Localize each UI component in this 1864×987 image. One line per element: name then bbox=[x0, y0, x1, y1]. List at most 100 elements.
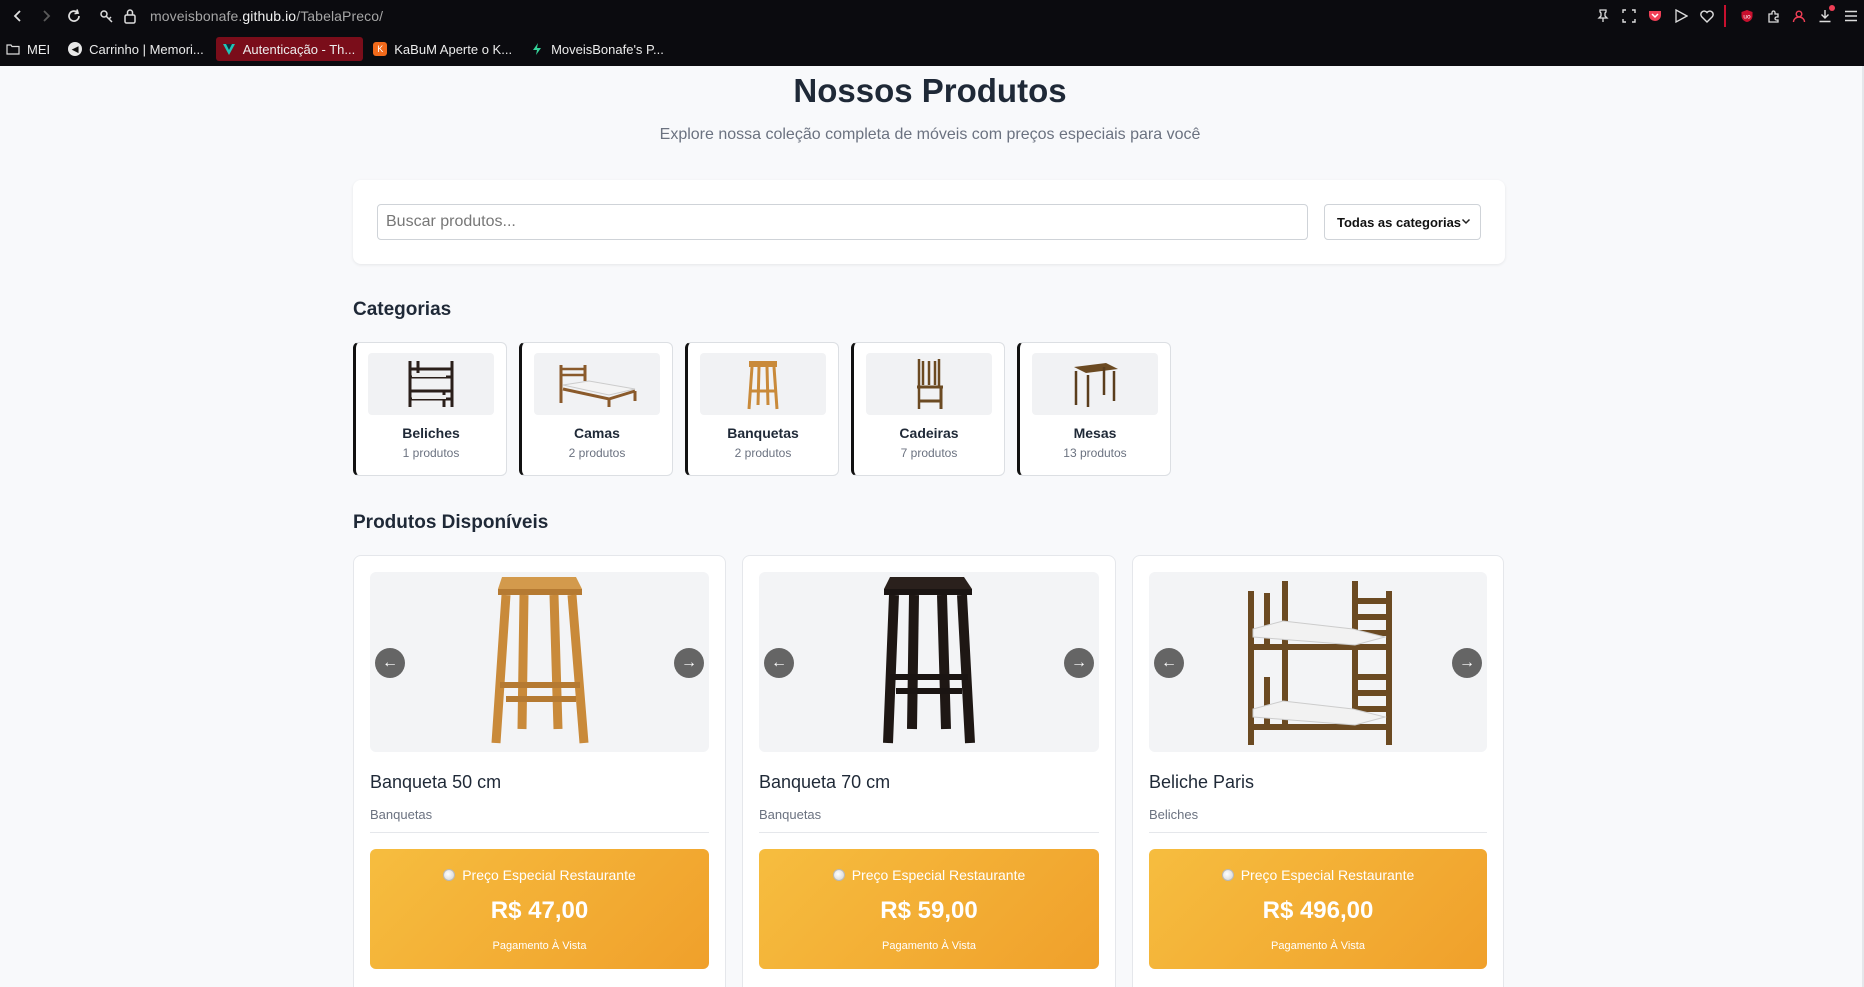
price-box: Preço Especial Restaurante R$ 496,00 Pag… bbox=[1149, 849, 1487, 969]
carousel-prev-button[interactable]: ← bbox=[764, 648, 794, 678]
ublock-icon[interactable]: uo bbox=[1734, 4, 1760, 28]
payment-terms: Pagamento À Vista bbox=[1271, 940, 1365, 952]
chevron-down-icon bbox=[1460, 215, 1472, 230]
product-card[interactable]: ← → Banqueta 50 cm Banquetas Preço Espec… bbox=[353, 555, 726, 987]
arrow-right-icon: → bbox=[681, 654, 697, 671]
category-thumb bbox=[700, 353, 826, 415]
carousel-prev-button[interactable]: ← bbox=[375, 648, 405, 678]
carousel-next-button[interactable]: → bbox=[1064, 648, 1094, 678]
category-count: 2 produtos bbox=[568, 446, 626, 460]
memoria-favicon-icon: ◀ bbox=[68, 42, 83, 56]
bookmark-label: KaBuM Aperte o K... bbox=[394, 41, 513, 57]
send-icon[interactable] bbox=[1668, 4, 1694, 28]
product-name: Banqueta 50 cm bbox=[370, 772, 502, 792]
menu-icon[interactable] bbox=[1838, 4, 1864, 28]
category-thumb bbox=[866, 353, 992, 415]
price-label-text: Preço Especial Restaurante bbox=[462, 867, 636, 883]
arrow-left-icon: ← bbox=[382, 654, 398, 671]
category-thumb bbox=[534, 353, 660, 415]
category-thumb bbox=[1032, 353, 1158, 415]
vercel-favicon-icon bbox=[222, 42, 236, 56]
product-category: Banquetas bbox=[759, 807, 822, 822]
payment-terms: Pagamento À Vista bbox=[882, 940, 976, 952]
plate-icon bbox=[1221, 869, 1234, 881]
category-thumb bbox=[368, 353, 494, 415]
arrow-left-icon: ← bbox=[1161, 654, 1177, 671]
bookmark-moveisbonafe[interactable]: MoveisBonafe's P... bbox=[524, 37, 672, 61]
heart-icon[interactable] bbox=[1694, 4, 1720, 28]
page-title: Nossos Produtos bbox=[793, 72, 1067, 109]
bookmark-kabum[interactable]: K KaBuM Aperte o K... bbox=[367, 37, 520, 61]
category-name: Camas bbox=[574, 425, 620, 441]
bookmarks-bar: MEI ◀ Carrinho | Memori... Autenticação … bbox=[0, 37, 1864, 61]
downloads-icon[interactable] bbox=[1812, 4, 1838, 28]
browser-toolbar: moveisbonafe.github.io/TabelaPreco/ uo bbox=[0, 0, 1864, 32]
toolbar-actions: uo bbox=[1590, 4, 1864, 28]
stool-icon bbox=[747, 361, 779, 410]
price-label-text: Preço Especial Restaurante bbox=[851, 867, 1026, 883]
bunk-bed-image bbox=[1248, 581, 1392, 745]
arrow-left-icon: ← bbox=[771, 654, 787, 671]
url-domain: github.io bbox=[242, 8, 297, 24]
category-select[interactable]: Todas as categorias bbox=[1324, 204, 1481, 240]
category-select-value: Todas as categorias bbox=[1337, 214, 1462, 230]
stool-image bbox=[491, 577, 588, 744]
categories-heading: Categorias bbox=[353, 299, 452, 320]
product-image bbox=[1149, 572, 1487, 752]
product-name: Banqueta 70 cm bbox=[759, 772, 891, 792]
product-card[interactable]: ← → Banqueta 70 cm Banquetas Preço Espec… bbox=[742, 555, 1116, 987]
account-icon[interactable] bbox=[1786, 4, 1812, 28]
browser-chrome: moveisbonafe.github.io/TabelaPreco/ uo M… bbox=[0, 0, 1864, 66]
category-name: Mesas bbox=[1073, 425, 1117, 441]
divider bbox=[759, 832, 1099, 833]
bookmark-carrinho[interactable]: ◀ Carrinho | Memori... bbox=[62, 37, 212, 61]
search-input[interactable] bbox=[377, 204, 1308, 240]
search-panel: Todas as categorias bbox=[353, 180, 1505, 264]
product-category: Banquetas bbox=[370, 807, 433, 822]
pocket-icon[interactable] bbox=[1642, 4, 1668, 28]
price-label-text: Preço Especial Restaurante bbox=[1240, 867, 1415, 883]
replit-favicon-icon bbox=[530, 42, 544, 56]
price-value: R$ 47,00 bbox=[490, 897, 589, 924]
extensions-icon[interactable] bbox=[1760, 4, 1786, 28]
site-settings-icon[interactable] bbox=[96, 6, 116, 26]
bookmark-label: Autenticação - Th... bbox=[242, 41, 356, 57]
product-image-carousel: ← → bbox=[1149, 572, 1487, 752]
carousel-next-button[interactable]: → bbox=[1452, 648, 1482, 678]
bookmark-mei[interactable]: MEI bbox=[0, 37, 58, 61]
carousel-next-button[interactable]: → bbox=[674, 648, 704, 678]
forward-icon[interactable] bbox=[34, 4, 58, 28]
reload-icon[interactable] bbox=[62, 4, 86, 28]
arrow-right-icon: → bbox=[1459, 654, 1475, 671]
category-card-mesas[interactable]: Mesas 13 produtos bbox=[1017, 342, 1171, 476]
url-text[interactable]: moveisbonafe.github.io/TabelaPreco/ bbox=[150, 8, 383, 24]
price-box: Preço Especial Restaurante R$ 59,00 Paga… bbox=[759, 849, 1099, 969]
category-card-camas[interactable]: Camas 2 produtos bbox=[519, 342, 673, 476]
plate-icon bbox=[443, 869, 456, 881]
category-card-cadeiras[interactable]: Cadeiras 7 produtos bbox=[851, 342, 1005, 476]
payment-terms: Pagamento À Vista bbox=[492, 940, 587, 952]
screenshot-icon[interactable] bbox=[1616, 4, 1642, 28]
carousel-prev-button[interactable]: ← bbox=[1154, 648, 1184, 678]
category-count: 2 produtos bbox=[734, 446, 792, 460]
product-card[interactable]: ← → Beliche Paris Beliches Preço Especia… bbox=[1132, 555, 1504, 987]
product-category: Beliches bbox=[1149, 807, 1199, 822]
back-icon[interactable] bbox=[6, 4, 30, 28]
product-image bbox=[759, 572, 1099, 752]
product-image-carousel: ← → bbox=[370, 572, 709, 752]
product-image-carousel: ← → bbox=[759, 572, 1099, 752]
product-image bbox=[370, 572, 709, 752]
bed-icon bbox=[559, 365, 637, 407]
folder-icon bbox=[6, 42, 20, 56]
page-content: Nossos Produtos Explore nossa coleção co… bbox=[0, 66, 1864, 987]
category-card-banquetas[interactable]: Banquetas 2 produtos bbox=[685, 342, 839, 476]
bookmark-autenticacao[interactable]: Autenticação - Th... bbox=[215, 37, 364, 61]
stool-image bbox=[883, 577, 975, 744]
categories-list: Beliches 1 produtos Camas 2 produtos Ban… bbox=[353, 342, 1183, 476]
address-bar[interactable]: moveisbonafe.github.io/TabelaPreco/ bbox=[96, 4, 383, 28]
pin-icon[interactable] bbox=[1590, 4, 1616, 28]
category-name: Banquetas bbox=[727, 425, 799, 441]
category-card-beliches[interactable]: Beliches 1 produtos bbox=[353, 342, 507, 476]
products-grid: ← → Banqueta 50 cm Banquetas Preço Espec… bbox=[353, 555, 1504, 987]
category-count: 7 produtos bbox=[900, 446, 958, 460]
